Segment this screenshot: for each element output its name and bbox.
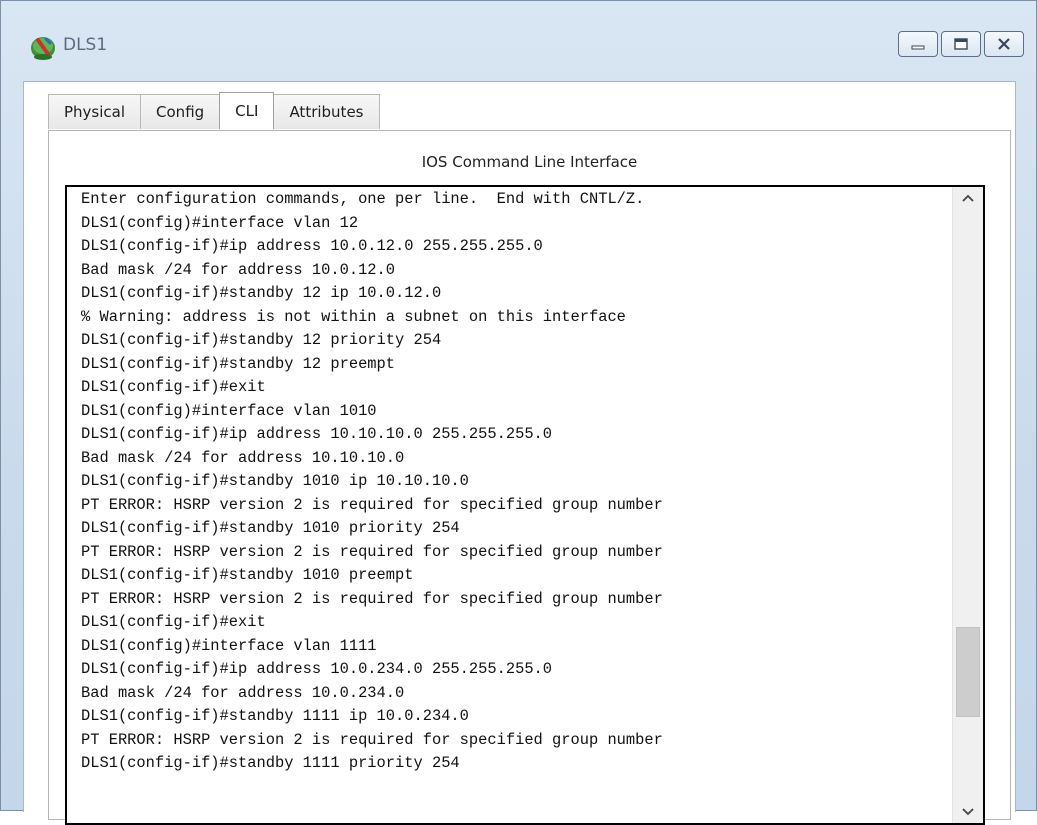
terminal-output[interactable]: Enter configuration commands, one per li…: [81, 188, 941, 776]
scroll-down-button[interactable]: [953, 801, 983, 823]
close-icon: [997, 35, 1011, 54]
tab-config[interactable]: Config: [140, 94, 221, 129]
terminal-line: DLS1(config-if)#ip address 10.10.10.0 25…: [81, 425, 553, 443]
cli-heading: IOS Command Line Interface: [421, 153, 638, 171]
terminal-line: DLS1(config-if)#standby 12 preempt: [81, 354, 396, 373]
terminal-line: DLS1(config-if)#ip address 10.0.234.0 25…: [81, 660, 553, 678]
terminal-line: DLS1(config)#interface vlan 1111: [81, 636, 377, 655]
title-bar[interactable]: DLS1: [1, 1, 1036, 81]
close-button[interactable]: [984, 31, 1024, 57]
terminal-line: DLS1(config)#interface vlan 1010: [81, 401, 377, 420]
terminal-line: % Warning: address is not within a subne…: [81, 307, 626, 326]
minimize-icon: [911, 35, 925, 54]
terminal-line: DLS1(config-if)#ip address 10.0.12.0 255…: [81, 237, 543, 255]
terminal-line: PT ERROR: HSRP version 2 is required for…: [81, 589, 663, 608]
terminal-line: DLS1(config-if)#standby 1010 preempt: [81, 566, 414, 584]
scroll-down-arrow-icon: [962, 804, 974, 820]
application-window: DLS1 Physical Config CLI Attributes IOS …: [0, 0, 1037, 825]
scroll-thumb[interactable]: [956, 627, 980, 717]
tab-attributes[interactable]: Attributes: [273, 94, 380, 129]
terminal-line: DLS1(config-if)#exit: [81, 378, 266, 396]
terminal-scrollbar[interactable]: [952, 187, 983, 823]
router-icon: [28, 33, 58, 63]
terminal-line: Bad mask /24 for address 10.10.10.0: [81, 448, 405, 467]
terminal-line: DLS1(config-if)#standby 1010 ip 10.10.10…: [81, 472, 469, 490]
terminal-line: Bad mask /24 for address 10.0.234.0: [81, 683, 405, 702]
maximize-button[interactable]: [941, 31, 981, 57]
terminal-line: DLS1(config)#interface vlan 12: [81, 213, 359, 232]
terminal-line: DLS1(config-if)#standby 1111 ip 10.0.234…: [81, 707, 469, 725]
tab-bar: Physical Config CLI Attributes: [48, 92, 380, 130]
maximize-icon: [954, 35, 968, 54]
terminal-line: DLS1(config-if)#standby 12 priority 254: [81, 331, 442, 349]
terminal-line: PT ERROR: HSRP version 2 is required for…: [81, 542, 663, 561]
terminal-line: DLS1(config-if)#exit: [81, 613, 266, 631]
tab-cli[interactable]: CLI: [219, 92, 275, 129]
minimize-button[interactable]: [898, 31, 938, 57]
terminal-line: Bad mask /24 for address 10.0.12.0: [81, 260, 396, 279]
terminal-line: PT ERROR: HSRP version 2 is required for…: [81, 495, 663, 514]
terminal-line: Enter configuration commands, one per li…: [81, 190, 645, 208]
window-controls: [895, 31, 1024, 57]
scroll-up-arrow-icon: [962, 190, 974, 206]
terminal-line: PT ERROR: HSRP version 2 is required for…: [81, 730, 663, 749]
window-title: DLS1: [63, 35, 108, 55]
cli-panel: IOS Command Line Interface Enter configu…: [48, 130, 1011, 825]
tab-physical[interactable]: Physical: [48, 94, 142, 129]
window-content: Physical Config CLI Attributes IOS Comma…: [23, 81, 1016, 825]
terminal-line: DLS1(config-if)#standby 12 ip 10.0.12.0: [81, 284, 442, 302]
terminal-line: DLS1(config-if)#standby 1010 priority 25…: [81, 519, 460, 537]
terminal-line: DLS1(config-if)#standby 1111 priority 25…: [81, 754, 460, 772]
cli-terminal[interactable]: Enter configuration commands, one per li…: [65, 185, 985, 825]
scroll-up-button[interactable]: [953, 187, 983, 209]
